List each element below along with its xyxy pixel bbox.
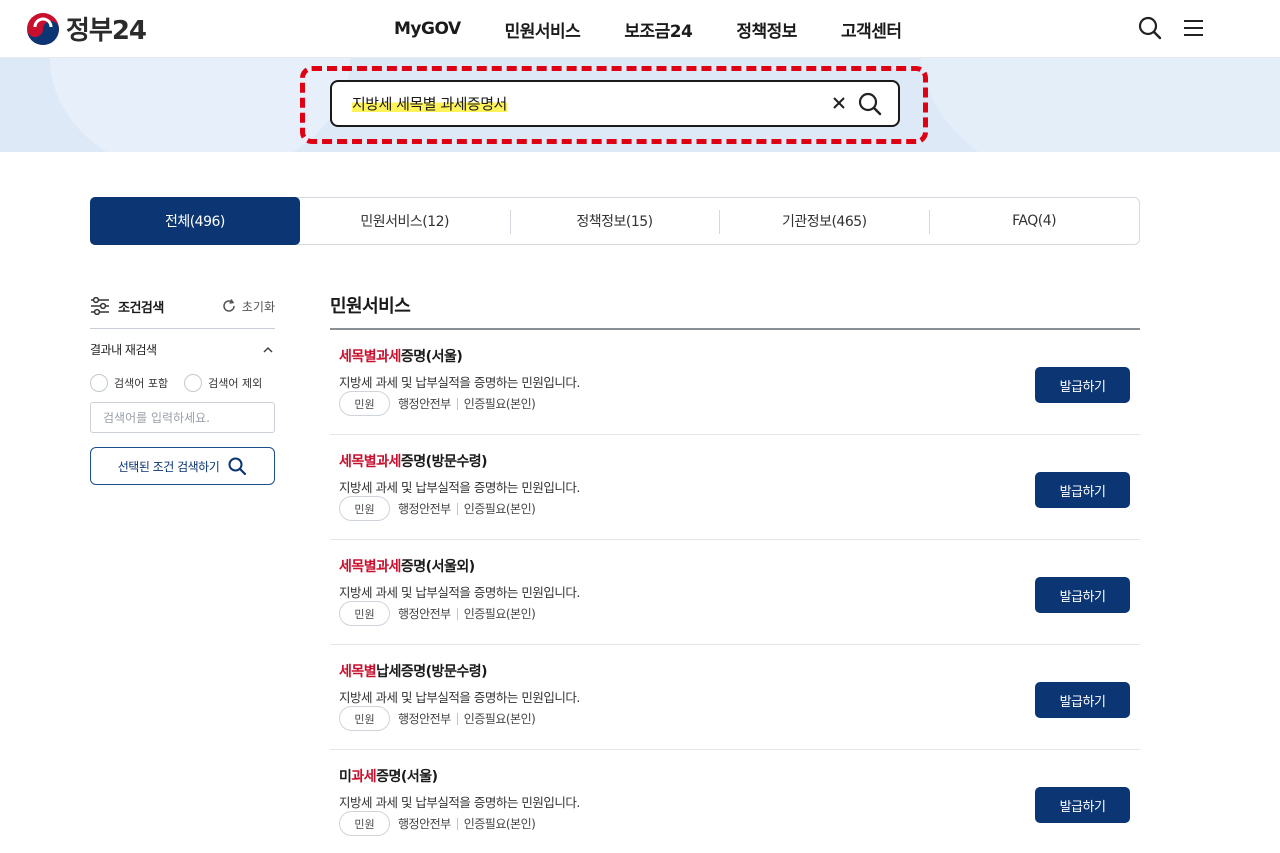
section-title: 민원서비스 (330, 296, 411, 317)
category-badge: 민원 (339, 391, 390, 416)
issue-button[interactable]: 발급하기 (1035, 787, 1130, 823)
divider (456, 712, 458, 725)
search-icon[interactable] (1136, 14, 1164, 42)
site-logo[interactable]: 정부24 (26, 10, 147, 47)
item-meta: 민원 행정안전부 인증필요(본인) (339, 601, 536, 626)
tab-agency-info[interactable]: 기관정보(465) (719, 198, 929, 244)
refresh-icon (223, 299, 235, 312)
tab-civil-service[interactable]: 민원서비스(12) (300, 198, 510, 244)
filter-title-label: 조건검색 (118, 300, 164, 316)
search-mode-radios: 검색어 포함 검색어 제외 (90, 374, 275, 392)
category-badge: 민원 (339, 601, 390, 626)
list-item: 세목별과세증명(서울외) 지방세 과세 및 납부실적을 증명하는 민원입니다. … (330, 540, 1140, 645)
item-title[interactable]: 세목별과세증명(서울) (339, 346, 463, 366)
nav-mygov[interactable]: MyGOV (372, 19, 483, 39)
taegeuk-logo-icon (27, 12, 59, 45)
radio-circle[interactable] (90, 374, 108, 392)
item-auth: 인증필요(본인) (463, 502, 536, 516)
item-agency: 행정안전부 (398, 817, 451, 831)
item-title[interactable]: 세목별과세증명(서울외) (339, 556, 475, 576)
divider (456, 502, 458, 515)
item-meta: 민원 행정안전부 인증필요(본인) (339, 391, 536, 416)
reset-button[interactable]: 초기화 (221, 298, 275, 315)
search-input[interactable]: 지방세 세목별 과세증명서 (352, 93, 507, 114)
result-category-tabs: 전체(496) 민원서비스(12) 정책정보(15) 기관정보(465) FAQ… (90, 197, 1140, 245)
search-icon[interactable] (856, 90, 884, 118)
item-agency: 행정안전부 (398, 607, 451, 621)
issue-button[interactable]: 발급하기 (1035, 577, 1130, 613)
close-icon[interactable] (828, 92, 850, 114)
tab-policy-info[interactable]: 정책정보(15) (509, 198, 720, 244)
item-title[interactable]: 세목별과세증명(방문수령) (339, 451, 487, 471)
re-search-toggle[interactable]: 결과내 재검색 (90, 341, 275, 358)
issue-button[interactable]: 발급하기 (1035, 472, 1130, 508)
banner-decoration (920, 58, 1280, 152)
sliders-icon (91, 297, 109, 315)
search-box[interactable]: 지방세 세목별 과세증명서 (330, 80, 900, 127)
item-description: 지방세 과세 및 납부실적을 증명하는 민원입니다. (339, 480, 580, 495)
re-search-label: 결과내 재검색 (90, 343, 157, 357)
item-auth: 인증필요(본인) (463, 712, 536, 726)
global-header: 정부24 MyGOV 민원서비스 보조금24 정책정보 고객센터 (0, 0, 1280, 58)
search-icon (228, 457, 247, 476)
item-agency: 행정안전부 (398, 502, 451, 516)
results-section: 민원서비스 세목별과세증명(서울) 지방세 과세 및 납부실적을 증명하는 민원… (330, 292, 1140, 853)
nav-subsidy24[interactable]: 보조금24 (602, 17, 714, 42)
item-meta: 민원 행정안전부 인증필요(본인) (339, 706, 536, 731)
item-description: 지방세 과세 및 납부실적을 증명하는 민원입니다. (339, 375, 580, 390)
category-badge: 민원 (339, 811, 390, 836)
item-agency: 행정안전부 (398, 712, 451, 726)
item-auth: 인증필요(본인) (463, 397, 536, 411)
radio-circle[interactable] (184, 374, 203, 392)
divider (456, 817, 458, 830)
list-item: 미과세증명(서울) 지방세 과세 및 납부실적을 증명하는 민원입니다. 민원 … (330, 750, 1140, 853)
divider (456, 607, 458, 620)
radio-include[interactable]: 검색어 포함 (90, 374, 168, 392)
condition-filter-panel: 조건검색 초기화 결과내 재검색 검색어 포함 검색어 제외 선택된 조건 검색… (90, 294, 275, 485)
divider (456, 397, 458, 410)
tab-all[interactable]: 전체(496) (90, 197, 300, 245)
item-description: 지방세 과세 및 납부실적을 증명하는 민원입니다. (339, 690, 580, 705)
nav-civil-service[interactable]: 민원서비스 (483, 17, 603, 42)
tab-faq[interactable]: FAQ(4) (929, 198, 1139, 244)
item-title[interactable]: 세목별납세증명(방문수령) (339, 661, 487, 681)
re-search-input[interactable] (90, 402, 275, 433)
item-description: 지방세 과세 및 납부실적을 증명하는 민원입니다. (339, 585, 580, 600)
item-meta: 민원 행정안전부 인증필요(본인) (339, 811, 536, 836)
item-agency: 행정안전부 (398, 397, 451, 411)
item-auth: 인증필요(본인) (463, 817, 536, 831)
nav-customer-center[interactable]: 고객센터 (819, 17, 924, 42)
nav-policy-info[interactable]: 정책정보 (714, 17, 819, 42)
filter-title: 조건검색 (90, 297, 164, 316)
item-auth: 인증필요(본인) (463, 607, 536, 621)
radio-exclude-label: 검색어 제외 (208, 377, 263, 390)
condition-search-button[interactable]: 선택된 조건 검색하기 (90, 447, 275, 485)
reset-label: 초기화 (241, 299, 275, 314)
list-item: 세목별과세증명(방문수령) 지방세 과세 및 납부실적을 증명하는 민원입니다.… (330, 435, 1140, 540)
main-nav: MyGOV 민원서비스 보조금24 정책정보 고객센터 (372, 0, 924, 58)
condition-search-label: 선택된 조건 검색하기 (117, 459, 220, 474)
filter-header: 조건검색 초기화 (90, 294, 275, 318)
divider (90, 328, 275, 329)
category-badge: 민원 (339, 496, 390, 521)
radio-include-label: 검색어 포함 (114, 377, 169, 390)
issue-button[interactable]: 발급하기 (1035, 682, 1130, 718)
list-item: 세목별납세증명(방문수령) 지방세 과세 및 납부실적을 증명하는 민원입니다.… (330, 645, 1140, 750)
chevron-up-icon (263, 346, 273, 353)
list-item: 세목별과세증명(서울) 지방세 과세 및 납부실적을 증명하는 민원입니다. 민… (330, 330, 1140, 435)
issue-button[interactable]: 발급하기 (1035, 367, 1130, 403)
logo-text: 정부24 (66, 16, 147, 46)
item-meta: 민원 행정안전부 인증필요(본인) (339, 496, 536, 521)
item-description: 지방세 과세 및 납부실적을 증명하는 민원입니다. (339, 795, 580, 810)
item-title[interactable]: 미과세증명(서울) (339, 766, 438, 786)
category-badge: 민원 (339, 706, 390, 731)
radio-exclude[interactable]: 검색어 제외 (184, 374, 262, 392)
hamburger-menu-icon[interactable] (1180, 14, 1208, 42)
